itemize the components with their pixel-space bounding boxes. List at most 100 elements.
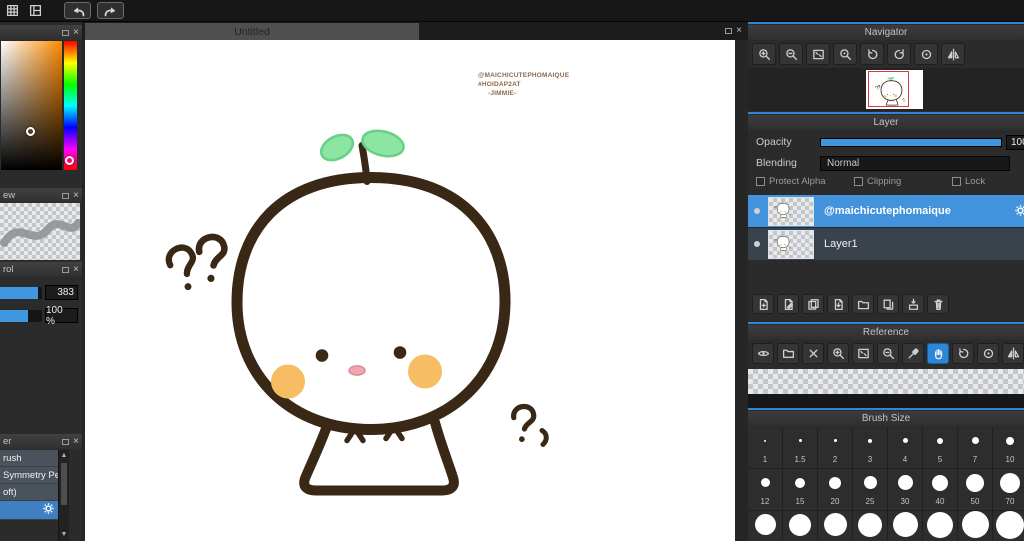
close-panel-icon[interactable]: × (73, 264, 79, 275)
brush-size-option[interactable] (748, 511, 782, 541)
flip-horizontal-button[interactable] (941, 43, 965, 65)
brush-size-option-5[interactable]: 5 (923, 427, 957, 468)
hue-strip[interactable] (64, 41, 77, 170)
brush-size-option-1_5[interactable]: 1.5 (783, 427, 817, 468)
brush-settings-gear-icon[interactable] (42, 502, 55, 518)
reference-canvas[interactable] (748, 369, 1024, 394)
close-panel-icon[interactable]: × (73, 436, 79, 447)
palette-grid-icon[interactable] (6, 4, 19, 17)
float-panel-icon[interactable] (62, 29, 70, 36)
brush-size-option[interactable] (993, 510, 1024, 541)
drawing-canvas[interactable]: @MAICHICUTEPHOMAIQUE #HOIDAP2AT -JIMMIE- (85, 40, 735, 541)
new-layer-menu-button[interactable] (777, 294, 799, 314)
brush-list-scrollbar[interactable]: ▲ ▼ (58, 450, 69, 541)
close-panel-icon[interactable]: × (73, 27, 79, 38)
flip-horizontal-button[interactable] (1002, 343, 1024, 364)
eyedropper-button[interactable] (902, 343, 924, 364)
checkbox-lock[interactable]: Lock (952, 176, 985, 187)
float-panel-icon[interactable] (62, 192, 70, 199)
canvas-artwork[interactable] (85, 40, 735, 541)
brush-list-item[interactable]: Symmetry Pe (0, 467, 58, 484)
workspace-icon[interactable] (29, 4, 42, 17)
eye-button[interactable] (752, 343, 774, 364)
zoom-out-button[interactable] (779, 43, 803, 65)
opacity-value[interactable]: 100 (1006, 134, 1024, 150)
brush-size-option[interactable] (923, 511, 957, 541)
layer-row[interactable]: Layer1 (748, 228, 1024, 261)
brush-size-option[interactable] (853, 511, 887, 541)
brush-size-option-1[interactable]: 1 (748, 427, 782, 468)
layer-visibility-dot[interactable] (754, 208, 760, 214)
reset-rotation-button[interactable] (977, 343, 999, 364)
merge-down-button[interactable] (902, 294, 924, 314)
brush-size-option-30[interactable]: 30 (888, 469, 922, 510)
rotate-ccw-button[interactable] (860, 43, 884, 65)
close-panel-icon[interactable]: × (73, 190, 79, 201)
brush-size-option-40[interactable]: 40 (923, 469, 957, 510)
hand-button[interactable] (927, 343, 949, 364)
brush-opacity-value[interactable]: 100 % (45, 305, 78, 327)
close-x-button[interactable] (802, 343, 824, 364)
brush-size-option[interactable] (888, 511, 922, 541)
undo-button[interactable] (64, 2, 91, 19)
rotate-cw-button[interactable] (887, 43, 911, 65)
new-layer-button[interactable] (752, 294, 774, 314)
brush-size-slider[interactable] (0, 286, 42, 299)
float-panel-icon[interactable] (62, 266, 70, 273)
saturation-value-picker[interactable] (1, 41, 62, 170)
zoom-out-button[interactable] (877, 343, 899, 364)
delete-layer-button[interactable] (927, 294, 949, 314)
copy-layer-button[interactable] (877, 294, 899, 314)
brush-size-option-50[interactable]: 50 (958, 469, 992, 510)
brush-size-option[interactable] (818, 511, 852, 541)
brush-list-item[interactable]: rush (0, 450, 58, 467)
zoom-in-button[interactable] (827, 343, 849, 364)
navigator-view-rect[interactable] (868, 71, 909, 107)
brush-size-option-2[interactable]: 2 (818, 427, 852, 468)
brush-size-option-20[interactable]: 20 (818, 469, 852, 510)
layer-down-button[interactable] (827, 294, 849, 314)
checkbox-protect-alpha[interactable]: Protect Alpha (756, 176, 826, 187)
float-panel-icon[interactable] (725, 28, 733, 34)
sv-cursor[interactable] (26, 127, 35, 136)
scrollbar-thumb[interactable] (61, 463, 67, 505)
layer-row[interactable]: @maichicutephomaique (748, 195, 1024, 228)
brush-size-option-10[interactable]: 10 (993, 427, 1024, 468)
checkbox-clipping[interactable]: Clipping (854, 176, 901, 187)
float-panel-icon[interactable] (62, 438, 70, 445)
open-folder-button[interactable] (777, 343, 799, 364)
hue-cursor[interactable] (65, 156, 74, 165)
brush-size-option-15[interactable]: 15 (783, 469, 817, 510)
brush-size-option-4[interactable]: 4 (888, 427, 922, 468)
scroll-up-icon[interactable]: ▲ (59, 451, 69, 461)
brush-list-title: er (3, 436, 12, 447)
brush-size-option-12[interactable]: 12 (748, 469, 782, 510)
canvas-tab[interactable]: Untitled (85, 23, 419, 40)
brush-size-option-25[interactable]: 25 (853, 469, 887, 510)
fit-window-button[interactable] (806, 43, 830, 65)
brush-size-option[interactable] (783, 511, 817, 541)
navigator-thumbnail[interactable] (866, 70, 923, 109)
opacity-slider[interactable] (820, 137, 1002, 147)
brush-size-option[interactable] (958, 511, 992, 541)
new-folder-button[interactable] (852, 294, 874, 314)
reset-rotation-button[interactable] (914, 43, 938, 65)
brush-list-item[interactable]: oft) (0, 484, 58, 501)
close-panel-icon[interactable]: × (736, 26, 742, 36)
brush-opacity-slider[interactable] (0, 309, 42, 322)
layer-visibility-dot[interactable] (754, 241, 760, 247)
zoom-in-button[interactable] (752, 43, 776, 65)
blending-dropdown[interactable]: Normal (820, 155, 1010, 171)
redo-button[interactable] (97, 2, 124, 19)
brush-size-value[interactable]: 383 (45, 285, 78, 300)
scroll-down-icon[interactable]: ▼ (59, 530, 69, 540)
zoom-actual-button[interactable] (833, 43, 857, 65)
brush-size-option-3[interactable]: 3 (853, 427, 887, 468)
brush-size-option-70[interactable]: 70 (993, 469, 1024, 510)
layer-settings-gear-icon[interactable] (1014, 204, 1024, 222)
rotate-ccw-button[interactable] (952, 343, 974, 364)
fit-window-button[interactable] (852, 343, 874, 364)
brush-list-item[interactable] (0, 501, 58, 520)
brush-size-option-7[interactable]: 7 (958, 427, 992, 468)
duplicate-layer-button[interactable] (802, 294, 824, 314)
